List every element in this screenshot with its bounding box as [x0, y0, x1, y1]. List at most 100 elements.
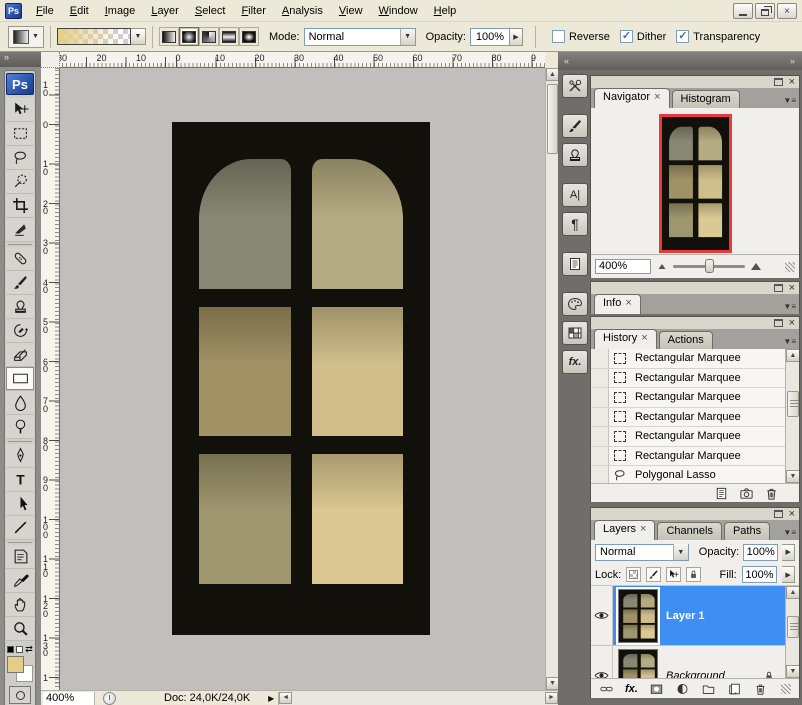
layer-blend-mode-select[interactable]: Normal ▼	[595, 544, 689, 561]
zoom-tool[interactable]	[6, 617, 34, 641]
canvas-area[interactable]	[60, 68, 545, 690]
history-scrollbar[interactable]: ▲ ▼	[785, 349, 799, 483]
delete-layer-trash-icon[interactable]	[753, 682, 768, 696]
scrollbar-thumb[interactable]	[787, 391, 799, 417]
lock-all-button[interactable]	[686, 567, 701, 582]
navigator-proxy-view[interactable]	[659, 114, 732, 253]
history-brush-tool[interactable]	[6, 319, 34, 343]
lasso-tool[interactable]	[6, 146, 34, 170]
layer-fill-input[interactable]: 100%	[742, 566, 778, 583]
scroll-left-button[interactable]: ◄	[279, 692, 292, 704]
radial-gradient-button[interactable]	[179, 27, 199, 46]
layer-name[interactable]: Layer 1	[666, 610, 705, 622]
healing-brush-tool[interactable]	[6, 247, 34, 271]
panel-menu-icon[interactable]: ▼≡	[783, 302, 796, 311]
clone-source-panel-button[interactable]	[562, 143, 588, 167]
tab-navigator[interactable]: Navigator×	[594, 88, 670, 108]
layer-opacity-spinner[interactable]: ▶	[782, 544, 795, 561]
zoom-out-icon[interactable]	[659, 264, 666, 269]
history-source-well[interactable]	[591, 349, 609, 368]
move-tool[interactable]	[6, 98, 34, 122]
path-selection-tool[interactable]	[6, 492, 34, 516]
pen-tool[interactable]	[6, 444, 34, 468]
resize-grip[interactable]	[785, 262, 795, 272]
tab-close-icon[interactable]: ×	[654, 91, 660, 103]
linear-gradient-button[interactable]	[159, 27, 179, 46]
menu-file[interactable]: File	[28, 3, 62, 19]
gradient-picker[interactable]	[57, 28, 131, 45]
minimize-button[interactable]	[733, 3, 753, 19]
navigator-zoom-input[interactable]: 400%	[595, 259, 651, 274]
foreground-color-swatch[interactable]	[7, 656, 24, 673]
opacity-input[interactable]: 100%	[470, 28, 510, 46]
history-source-well[interactable]	[591, 369, 609, 388]
layer-visibility-toggle[interactable]	[591, 646, 613, 678]
tab-close-icon[interactable]: ×	[640, 523, 646, 535]
menu-select[interactable]: Select	[187, 3, 234, 19]
status-menu-button[interactable]: ▶	[264, 692, 278, 705]
slider-thumb[interactable]	[705, 259, 714, 273]
panel-close-icon[interactable]: ×	[789, 284, 795, 292]
layer-style-fx-icon[interactable]: fx.	[625, 683, 638, 695]
brushes-panel-button[interactable]	[562, 114, 588, 138]
brush-tool[interactable]	[6, 271, 34, 295]
tab-histogram[interactable]: Histogram	[672, 90, 740, 108]
document-image[interactable]	[172, 122, 430, 635]
quick-selection-tool[interactable]	[6, 170, 34, 194]
zoom-in-icon[interactable]	[751, 263, 761, 270]
reverse-checkbox[interactable]	[552, 30, 565, 43]
canvas-vertical-scrollbar[interactable]: ▲ ▼	[545, 68, 558, 690]
blend-mode-select[interactable]: Normal ▼	[304, 28, 416, 46]
reflected-gradient-button[interactable]	[219, 27, 239, 46]
gradient-tool[interactable]	[6, 367, 34, 391]
menu-view[interactable]: View	[331, 3, 371, 19]
menu-layer[interactable]: Layer	[143, 3, 187, 19]
hand-tool[interactable]	[6, 593, 34, 617]
new-snapshot-camera-icon[interactable]	[739, 486, 754, 501]
ruler-origin-box[interactable]	[41, 52, 60, 68]
panel-menu-icon[interactable]: ▼≡	[783, 96, 796, 105]
tool-preset-picker[interactable]: ▼	[8, 26, 44, 48]
history-step[interactable]: Rectangular Marquee	[591, 388, 799, 408]
lock-paint-button[interactable]	[646, 567, 661, 582]
canvas-horizontal-scrollbar[interactable]: ◄ ►	[278, 692, 558, 705]
layer-name[interactable]: Background	[666, 670, 725, 679]
lock-transparency-button[interactable]	[626, 567, 641, 582]
swatches-panel-button[interactable]	[562, 321, 588, 345]
scroll-right-button[interactable]: ►	[545, 692, 558, 704]
dodge-tool[interactable]	[6, 415, 34, 439]
layer-row-background[interactable]: Background	[591, 646, 799, 678]
history-source-well[interactable]	[591, 466, 609, 483]
vertical-ruler[interactable]: 1001020304050607080901001101201301	[41, 68, 60, 690]
layer-row-layer1[interactable]: Layer 1	[591, 586, 799, 646]
history-source-well[interactable]	[591, 408, 609, 427]
tab-info[interactable]: Info×	[594, 294, 641, 314]
eyedropper-tool[interactable]	[6, 569, 34, 593]
panel-minimize-icon[interactable]	[774, 510, 783, 518]
panel-close-icon[interactable]: ×	[789, 319, 795, 327]
menu-help[interactable]: Help	[426, 3, 465, 19]
panel-close-icon[interactable]: ×	[789, 510, 795, 518]
styles-panel-button[interactable]: fx.	[562, 350, 588, 374]
swap-colors-button[interactable]: ⇄	[7, 644, 33, 655]
new-document-from-state-icon[interactable]	[714, 486, 729, 501]
layer-fill-spinner[interactable]: ▶	[782, 566, 795, 583]
color-panel-button[interactable]	[562, 292, 588, 316]
panel-menu-icon[interactable]: ▼≡	[783, 337, 796, 346]
opacity-spinner[interactable]: ▶	[510, 28, 523, 46]
history-source-well[interactable]	[591, 447, 609, 466]
tab-paths[interactable]: Paths	[724, 522, 770, 540]
panel-menu-icon[interactable]: ▼≡	[783, 528, 796, 537]
gradient-picker-dropdown[interactable]: ▼	[131, 28, 146, 45]
delete-trash-icon[interactable]	[764, 486, 779, 501]
history-source-well[interactable]	[591, 427, 609, 446]
panel-minimize-icon[interactable]	[774, 319, 783, 327]
lock-position-button[interactable]	[666, 567, 681, 582]
scroll-down-button[interactable]: ▼	[786, 470, 799, 483]
history-step[interactable]: Rectangular Marquee	[591, 369, 799, 389]
tab-layers[interactable]: Layers×	[594, 520, 655, 540]
history-step[interactable]: Polygonal Lasso	[591, 466, 799, 483]
horizontal-ruler[interactable]: 302010010203040506070809	[60, 52, 545, 68]
tab-close-icon[interactable]: ×	[641, 332, 647, 344]
add-layer-mask-icon[interactable]	[649, 682, 664, 696]
